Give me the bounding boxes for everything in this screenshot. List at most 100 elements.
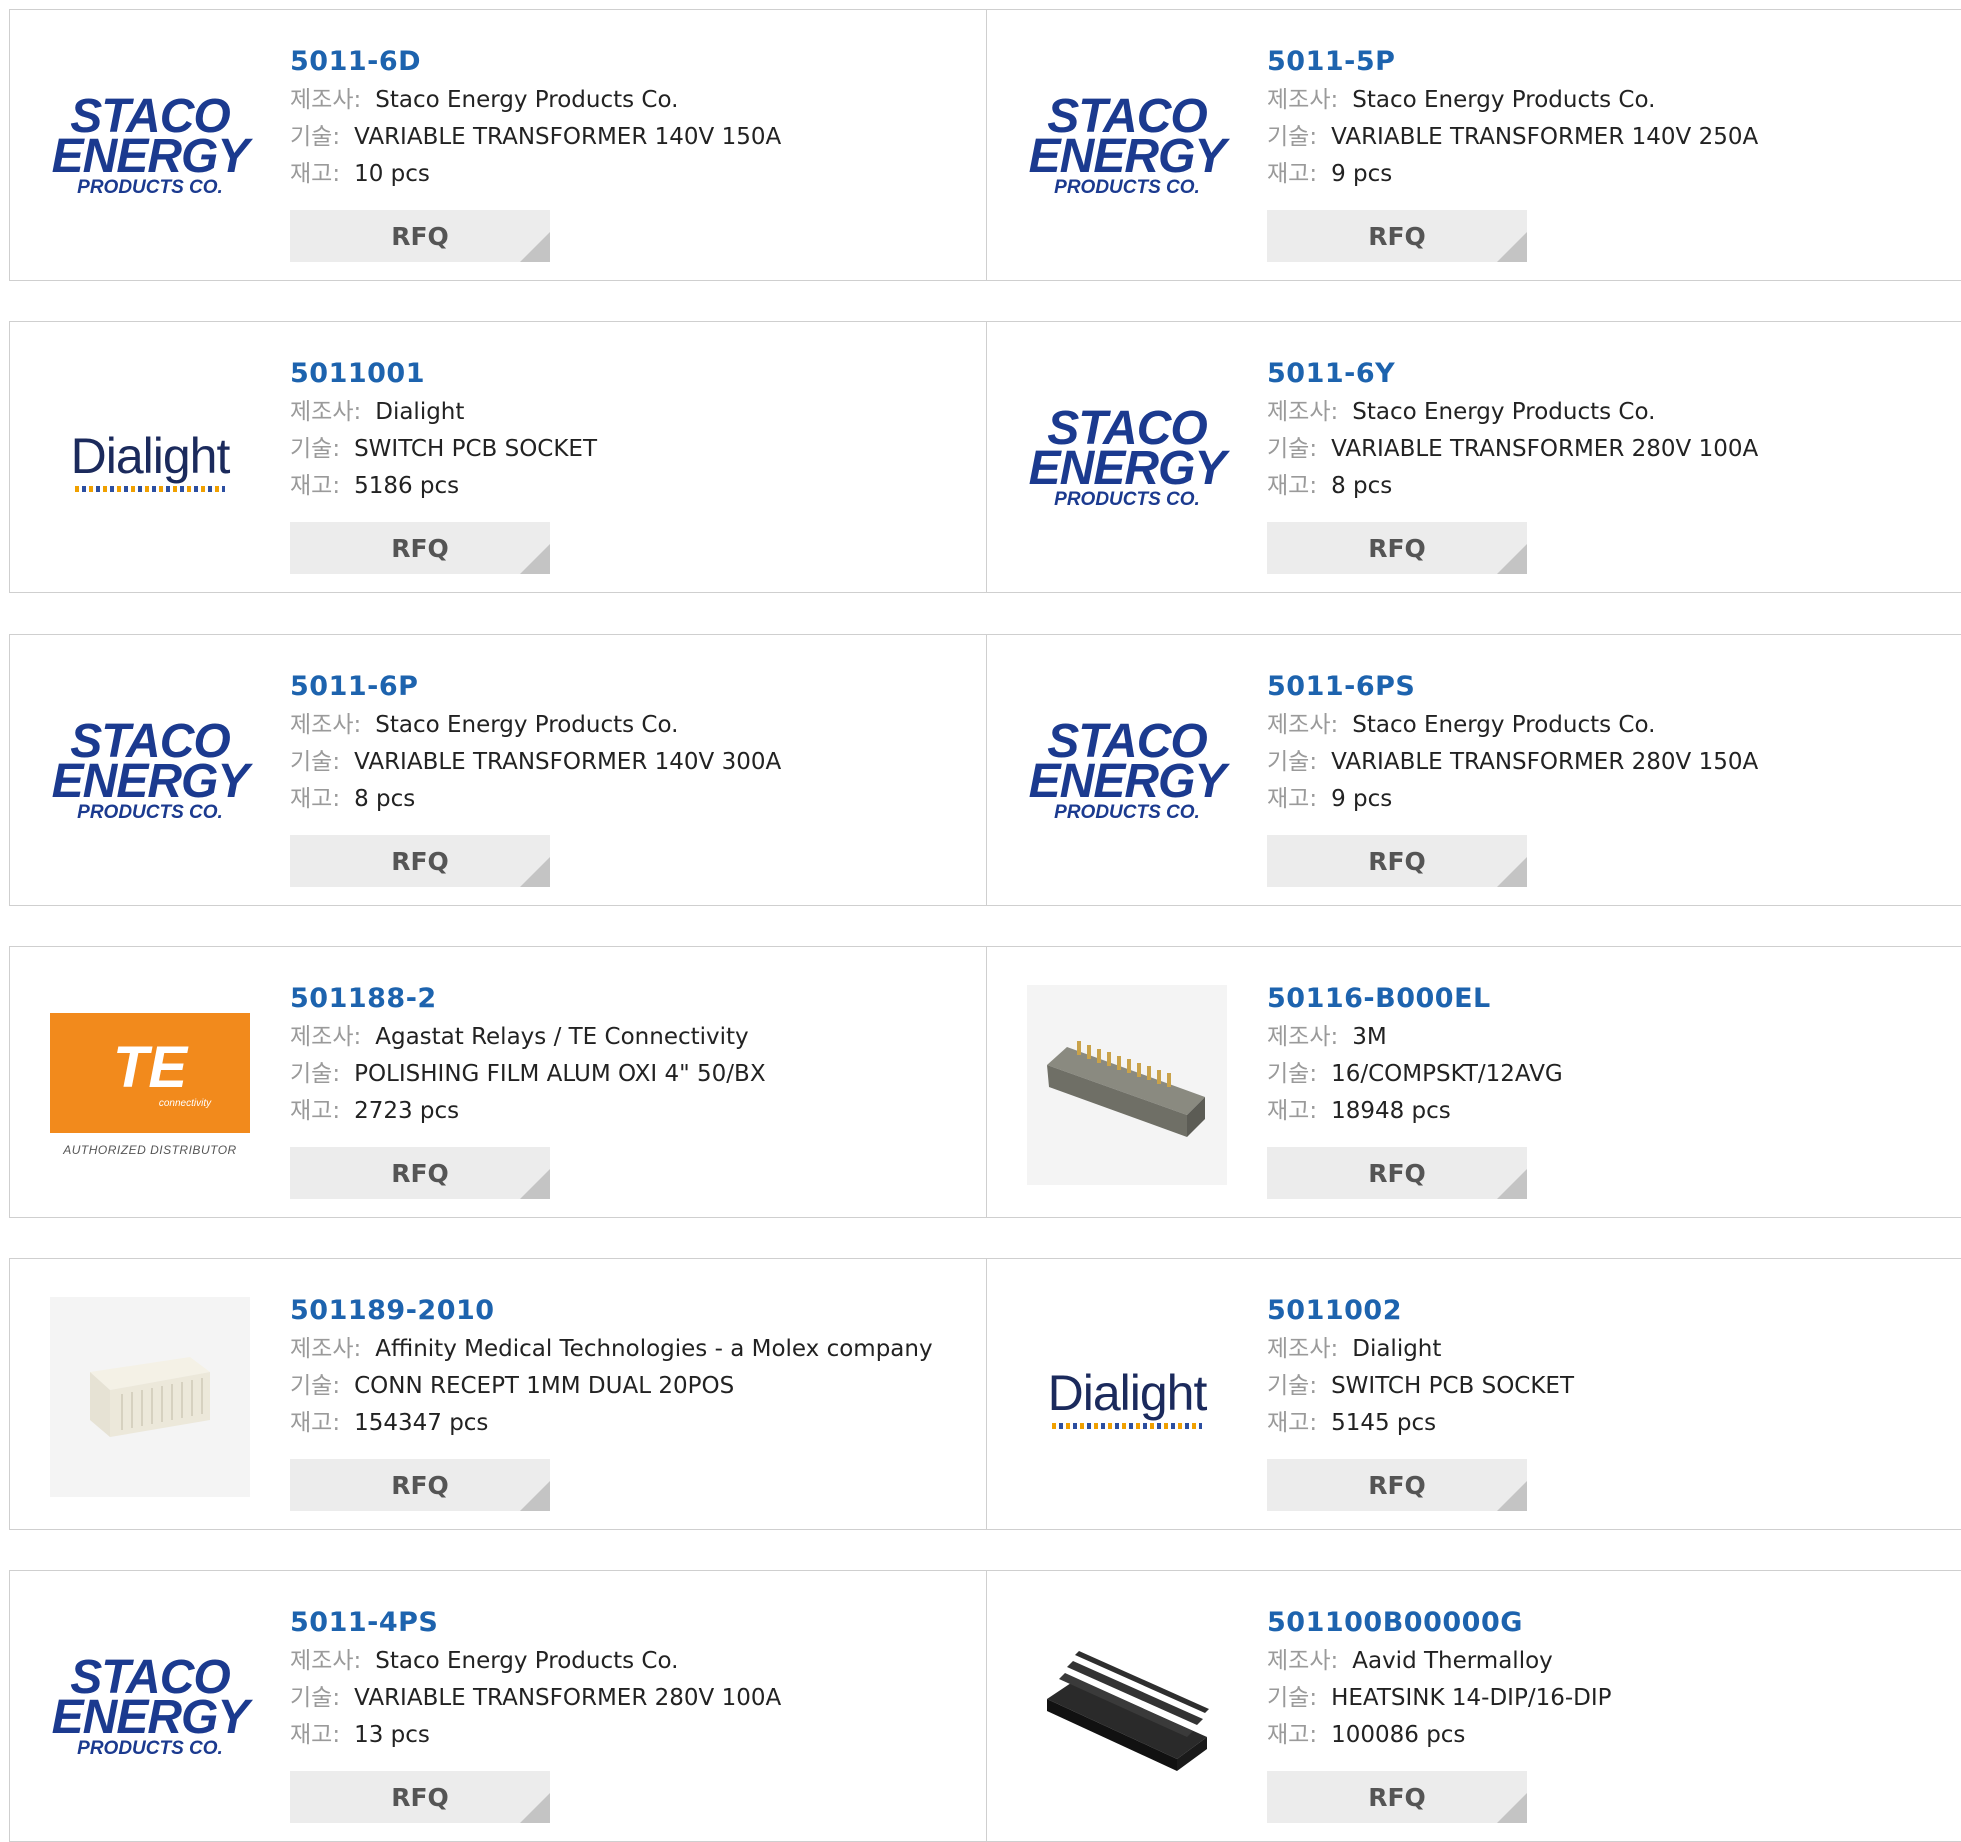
rfq-button[interactable]: RFQ (1267, 1459, 1527, 1511)
product-logo[interactable]: TE connectivity AUTHORIZED DISTRIBUTOR (50, 985, 250, 1185)
part-number-link[interactable]: 5011-4PS (290, 1603, 781, 1643)
stock-label: 재고: (1267, 1410, 1318, 1436)
part-number-link[interactable]: 5011002 (1267, 1291, 1574, 1331)
description-line: 기술: SWITCH PCB SOCKET (290, 431, 597, 468)
staco-energy-logo: STACO ENERGY PRODUCTS CO. (1028, 402, 1227, 511)
product-row: STACO ENERGY PRODUCTS CO. 5011-6P 제조사: Sta… (9, 634, 1961, 906)
manufacturer-line: 제조사: Staco Energy Products Co. (1267, 394, 1758, 431)
manufacturer-value: Staco Energy Products Co. (375, 712, 679, 738)
description-value: VARIABLE TRANSFORMER 280V 100A (354, 1685, 782, 1711)
rfq-button[interactable]: RFQ (290, 1771, 550, 1823)
product-logo[interactable]: STACO ENERGY PRODUCTS CO. (50, 1609, 250, 1809)
description-line: 기술: VARIABLE TRANSFORMER 280V 100A (290, 1680, 781, 1717)
rfq-button[interactable]: RFQ (1267, 835, 1527, 887)
manufacturer-label: 제조사: (1267, 87, 1339, 113)
corner-fold-icon (1497, 857, 1527, 887)
product-card: Dialight 5011002 제조사: Dialight 기술: SWITCH PC… (987, 1259, 1961, 1529)
manufacturer-line: 제조사: Aavid Thermalloy (1267, 1643, 1612, 1680)
description-label: 기술: (1267, 124, 1318, 150)
description-label: 기술: (290, 749, 341, 775)
stock-label: 재고: (1267, 1098, 1318, 1124)
manufacturer-label: 제조사: (290, 399, 362, 425)
rfq-label: RFQ (1368, 221, 1426, 251)
stock-value: 8 pcs (354, 786, 416, 812)
product-card: TE connectivity AUTHORIZED DISTRIBUTOR 5… (9, 947, 987, 1217)
manufacturer-value: Staco Energy Products Co. (1352, 399, 1656, 425)
description-value: HEATSINK 14-DIP/16-DIP (1331, 1685, 1612, 1711)
product-logo[interactable]: STACO ENERGY PRODUCTS CO. (1027, 360, 1227, 560)
description-line: 기술: VARIABLE TRANSFORMER 280V 150A (1267, 744, 1758, 781)
stock-label: 재고: (290, 1098, 341, 1124)
product-row: Dialight 5011001 제조사: Dialight 기술: SWITCH PC… (9, 321, 1961, 593)
description-label: 기술: (290, 1685, 341, 1711)
description-label: 기술: (1267, 1685, 1318, 1711)
description-label: 기술: (1267, 436, 1318, 462)
manufacturer-label: 제조사: (290, 1336, 362, 1362)
rfq-label: RFQ (1368, 846, 1426, 876)
rfq-button[interactable]: RFQ (290, 1459, 550, 1511)
rfq-label: RFQ (391, 1470, 449, 1500)
stock-value: 13 pcs (354, 1722, 430, 1748)
stock-line: 재고: 13 pcs (290, 1717, 781, 1754)
staco-energy-logo: STACO ENERGY PRODUCTS CO. (51, 1651, 250, 1760)
dialight-logo: Dialight (1027, 1365, 1227, 1429)
product-card: STACO ENERGY PRODUCTS CO. 5011-6PS 제조사: St… (987, 635, 1961, 905)
part-number-link[interactable]: 5011-6P (290, 667, 781, 707)
rfq-button[interactable]: RFQ (1267, 1147, 1527, 1199)
rfq-button[interactable]: RFQ (290, 835, 550, 887)
description-line: 기술: 16/COMPSKT/12AVG (1267, 1056, 1563, 1093)
product-card: STACO ENERGY PRODUCTS CO. 5011-5P 제조사: Sta… (987, 10, 1961, 280)
product-card: 50116-B000EL 제조사: 3M 기술: 16/COMPSKT/12AVG 재고:… (987, 947, 1961, 1217)
rfq-button[interactable]: RFQ (290, 210, 550, 262)
stock-label: 재고: (290, 161, 341, 187)
description-value: CONN RECEPT 1MM DUAL 20POS (354, 1373, 735, 1399)
rfq-button[interactable]: RFQ (1267, 210, 1527, 262)
corner-fold-icon (520, 1793, 550, 1823)
manufacturer-line: 제조사: Affinity Medical Technologies - a Mo… (290, 1331, 933, 1368)
product-logo[interactable] (50, 1297, 250, 1497)
product-logo[interactable]: STACO ENERGY PRODUCTS CO. (1027, 48, 1227, 248)
manufacturer-value: Staco Energy Products Co. (375, 1648, 679, 1674)
stock-value: 18948 pcs (1331, 1098, 1451, 1124)
part-number-link[interactable]: 5011-6PS (1267, 667, 1758, 707)
product-logo[interactable]: STACO ENERGY PRODUCTS CO. (1027, 673, 1227, 873)
manufacturer-line: 제조사: 3M (1267, 1019, 1563, 1056)
rfq-button[interactable]: RFQ (1267, 1771, 1527, 1823)
part-number-link[interactable]: 50116-B000EL (1267, 979, 1563, 1019)
part-number-link[interactable]: 5011-6D (290, 42, 781, 82)
description-label: 기술: (290, 436, 341, 462)
rfq-label: RFQ (1368, 533, 1426, 563)
product-card: STACO ENERGY PRODUCTS CO. 5011-4PS 제조사: St… (9, 1571, 987, 1841)
manufacturer-label: 제조사: (1267, 399, 1339, 425)
rfq-button[interactable]: RFQ (290, 1147, 550, 1199)
product-card: 501189-2010 제조사: Affinity Medical Technolo… (9, 1259, 987, 1529)
rfq-button[interactable]: RFQ (290, 522, 550, 574)
part-number-link[interactable]: 5011001 (290, 354, 597, 394)
product-logo[interactable] (1027, 1609, 1227, 1809)
stock-line: 재고: 5186 pcs (290, 468, 597, 505)
manufacturer-line: 제조사: Staco Energy Products Co. (1267, 82, 1758, 119)
manufacturer-line: 제조사: Staco Energy Products Co. (290, 1643, 781, 1680)
heatsink-product-image (1027, 1609, 1227, 1809)
part-number-link[interactable]: 5011-5P (1267, 42, 1758, 82)
manufacturer-label: 제조사: (1267, 1336, 1339, 1362)
manufacturer-label: 제조사: (290, 1024, 362, 1050)
product-logo[interactable]: STACO ENERGY PRODUCTS CO. (50, 48, 250, 248)
manufacturer-label: 제조사: (1267, 712, 1339, 738)
part-number-link[interactable]: 501189-2010 (290, 1291, 933, 1331)
product-logo[interactable] (1027, 985, 1227, 1185)
product-logo[interactable]: STACO ENERGY PRODUCTS CO. (50, 673, 250, 873)
description-value: VARIABLE TRANSFORMER 140V 150A (354, 124, 782, 150)
part-number-link[interactable]: 501100B00000G (1267, 1603, 1612, 1643)
dialight-logo: Dialight (50, 428, 250, 492)
product-card: STACO ENERGY PRODUCTS CO. 5011-6D 제조사: Sta… (9, 10, 987, 280)
part-number-link[interactable]: 5011-6Y (1267, 354, 1758, 394)
manufacturer-value: Staco Energy Products Co. (1352, 712, 1656, 738)
product-logo[interactable]: Dialight (50, 360, 250, 560)
product-logo[interactable]: Dialight (1027, 1297, 1227, 1497)
description-value: SWITCH PCB SOCKET (354, 436, 598, 462)
part-number-link[interactable]: 501188-2 (290, 979, 766, 1019)
manufacturer-value: Dialight (1352, 1336, 1442, 1362)
stock-line: 재고: 8 pcs (290, 781, 781, 818)
rfq-button[interactable]: RFQ (1267, 522, 1527, 574)
